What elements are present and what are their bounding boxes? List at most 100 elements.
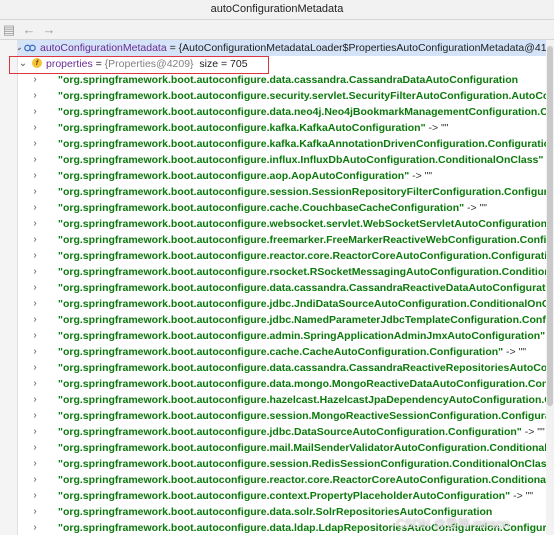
map-entry-row[interactable]: › "org.springframework.boot.autoconfigure… [18,120,554,136]
chevron-right-icon[interactable]: › [30,216,40,232]
chevron-right-icon[interactable]: › [30,328,40,344]
map-entry-row[interactable]: › "org.springframework.boot.autoconfigure… [18,312,554,328]
map-entry-row[interactable]: › "org.springframework.boot.autoconfigure… [18,200,554,216]
map-entry-row[interactable]: › "org.springframework.boot.autoconfigure… [18,328,554,344]
chevron-right-icon[interactable]: › [30,248,40,264]
entry-value: -> "" [521,426,545,438]
chevron-right-icon[interactable]: › [30,120,40,136]
entry-key: "org.springframework.boot.autoconfigure.… [58,90,554,102]
chevron-right-icon[interactable]: › [30,184,40,200]
left-gutter [0,40,18,535]
map-entry-row[interactable]: › "org.springframework.boot.autoconfigure… [18,424,554,440]
chevron-right-icon[interactable]: › [30,264,40,280]
map-entry-row[interactable]: › "org.springframework.boot.autoconfigure… [18,232,554,248]
chevron-right-icon[interactable]: › [30,488,40,504]
entry-value: -> "" [464,202,488,214]
map-entry-row[interactable]: › "org.springframework.boot.autoconfigure… [18,376,554,392]
chevron-right-icon[interactable]: › [30,408,40,424]
entry-key: "org.springframework.boot.autoconfigure.… [58,474,554,486]
map-entry-row[interactable]: › "org.springframework.boot.autoconfigure… [18,456,554,472]
chevron-right-icon[interactable]: › [30,200,40,216]
chevron-right-icon[interactable]: › [30,472,40,488]
chevron-right-icon[interactable]: › [30,456,40,472]
map-entry-row[interactable]: › "org.springframework.boot.autoconfigure… [18,264,554,280]
map-entry-row[interactable]: › "org.springframework.boot.autoconfigure… [18,216,554,232]
entry-key: "org.springframework.boot.autoconfigure.… [58,138,554,150]
entry-key: "org.springframework.boot.autoconfigure.… [58,410,554,422]
entry-key: "org.springframework.boot.autoconfigure.… [58,186,554,198]
map-entry-row[interactable]: › "org.springframework.boot.autoconfigure… [18,88,554,104]
object-watch-icon [24,44,36,52]
forward-arrow-icon[interactable]: → [40,21,58,39]
entry-key: "org.springframework.boot.autoconfigure.… [58,330,546,342]
entry-key: "org.springframework.boot.autoconfigure.… [58,202,465,214]
map-entry-row[interactable]: › "org.springframework.boot.autoconfigure… [18,472,554,488]
chevron-right-icon[interactable]: › [30,360,40,376]
chevron-right-icon[interactable]: › [30,440,40,456]
layout-icon[interactable]: ▤ [0,21,18,39]
root-value: {AutoConfigurationMetadataLoader$Propert… [178,42,554,54]
entry-key: "org.springframework.boot.autoconfigure.… [58,490,511,502]
map-entry-row[interactable]: › "org.springframework.boot.autoconfigure… [18,152,554,168]
chevron-right-icon[interactable]: › [30,376,40,392]
entry-key: "org.springframework.boot.autoconfigure.… [58,314,554,326]
map-entry-row[interactable]: › "org.springframework.boot.autoconfigure… [18,344,554,360]
chevron-right-icon[interactable]: › [30,504,40,520]
entry-key: "org.springframework.boot.autoconfigure.… [58,442,554,454]
scrollbar-thumb[interactable] [547,46,553,406]
chevron-right-icon[interactable]: › [30,424,40,440]
variables-tree: ⌄ autoConfigurationMetadata = {AutoConfi… [18,40,554,535]
entry-key: "org.springframework.boot.autoconfigure.… [58,266,554,278]
entry-key: "org.springframework.boot.autoconfigure.… [58,426,522,438]
highlight-annotation [9,56,269,74]
map-entry-row[interactable]: › "org.springframework.boot.autoconfigure… [18,280,554,296]
tree-root-row[interactable]: ⌄ autoConfigurationMetadata = {AutoConfi… [18,40,554,56]
entry-value: -> "" [409,170,433,182]
entry-key: "org.springframework.boot.autoconfigure.… [58,298,554,310]
debugger-toolbar: ▤ ← → [0,20,554,40]
map-entry-row[interactable]: › "org.springframework.boot.autoconfigure… [18,72,554,88]
chevron-right-icon[interactable]: › [30,232,40,248]
chevron-right-icon[interactable]: › [30,104,40,120]
chevron-right-icon[interactable]: › [30,168,40,184]
chevron-right-icon[interactable]: › [30,296,40,312]
root-name: autoConfigurationMetadata [40,42,167,54]
chevron-right-icon[interactable]: › [30,88,40,104]
entry-key: "org.springframework.boot.autoconfigure.… [58,394,554,406]
map-entry-row[interactable]: › "org.springframework.boot.autoconfigure… [18,248,554,264]
entry-key: "org.springframework.boot.autoconfigure.… [58,170,410,182]
entry-key: "org.springframework.boot.autoconfigure.… [58,74,519,86]
back-arrow-icon[interactable]: ← [20,21,38,39]
map-entry-row[interactable]: › "org.springframework.boot.autoconfigure… [18,440,554,456]
entry-key: "org.springframework.boot.autoconfigure.… [58,346,504,358]
chevron-right-icon[interactable]: › [30,392,40,408]
entry-key: "org.springframework.boot.autoconfigure.… [58,378,554,390]
entry-key: "org.springframework.boot.autoconfigure.… [58,122,426,134]
map-entry-row[interactable]: › "org.springframework.boot.autoconfigure… [18,488,554,504]
entry-key: "org.springframework.boot.autoconfigure.… [58,154,544,166]
window-title-bar: autoConfigurationMetadata [0,0,554,20]
chevron-right-icon[interactable]: › [30,312,40,328]
chevron-right-icon[interactable]: › [30,520,40,535]
chevron-right-icon[interactable]: › [30,72,40,88]
entry-key: "org.springframework.boot.autoconfigure.… [58,362,554,374]
map-entry-row[interactable]: › "org.springframework.boot.autoconfigure… [18,392,554,408]
entry-key: "org.springframework.boot.autoconfigure.… [58,106,554,118]
entry-value: -> "" [425,122,449,134]
entry-key: "org.springframework.boot.autoconfigure.… [58,234,554,246]
map-entry-row[interactable]: › "org.springframework.boot.autoconfigure… [18,408,554,424]
entry-key: "org.springframework.boot.autoconfigure.… [58,282,554,294]
chevron-right-icon[interactable]: › [30,344,40,360]
entry-value: -> "" [510,490,534,502]
map-entry-row[interactable]: › "org.springframework.boot.autoconfigure… [18,296,554,312]
map-entry-row[interactable]: › "org.springframework.boot.autoconfigure… [18,168,554,184]
map-entry-row[interactable]: › "org.springframework.boot.autoconfigure… [18,136,554,152]
map-entry-row[interactable]: › "org.springframework.boot.autoconfigure… [18,360,554,376]
chevron-right-icon[interactable]: › [30,136,40,152]
chevron-right-icon[interactable]: › [30,280,40,296]
map-entry-row[interactable]: › "org.springframework.boot.autoconfigure… [18,184,554,200]
map-entry-row[interactable]: › "org.springframework.boot.autoconfigure… [18,104,554,120]
chevron-right-icon[interactable]: › [30,152,40,168]
entry-key: "org.springframework.boot.autoconfigure.… [58,250,554,262]
entry-key: "org.springframework.boot.autoconfigure.… [58,218,554,230]
